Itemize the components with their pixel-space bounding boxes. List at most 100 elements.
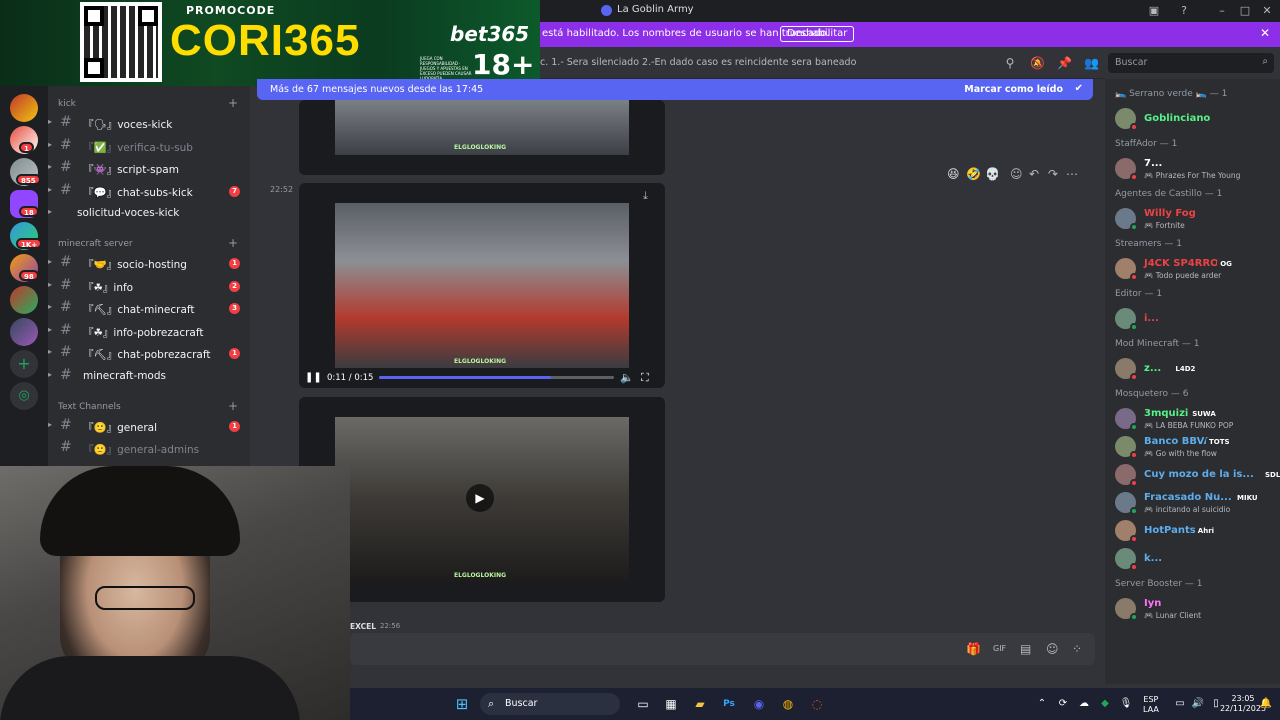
add-channel-icon[interactable]: + [228,96,238,110]
pause-icon[interactable]: ❚❚ [305,372,322,383]
gif-icon[interactable]: GIF [993,644,1006,653]
video-progress[interactable] [379,376,614,379]
fullscreen-icon[interactable]: ⛶ [641,371,649,385]
video-attachment[interactable]: ELGLOGLOKING [299,100,665,175]
microphone-icon[interactable]: 🎙 [1118,696,1134,712]
notification-icon[interactable]: 🔕 [1030,56,1045,70]
mark-read-button[interactable]: Marcar como leído [964,84,1063,95]
chrome-icon[interactable]: ◍ [780,696,796,712]
video-player[interactable]: ELGLOGLOKING ⤓ ❚❚ 0:11 / 0:15 🔈 ⛶ [299,183,665,388]
channel-item[interactable]: ▸ # 『✅』verifica-tu-sub [48,136,250,156]
disable-button[interactable]: Deshabilitar [780,26,855,42]
tray-chevron-icon[interactable]: ⌃ [1034,696,1050,712]
server-icon[interactable] [10,318,38,346]
search-input[interactable]: Buscar ⌕ [1108,53,1274,73]
security-icon[interactable]: ◆ [1097,696,1113,712]
status-indicator [1130,563,1138,571]
member-item[interactable]: Cuy mozo de la is... SDLG [1105,461,1280,489]
member-item[interactable]: Willy Fog 🎮 Fortnite [1105,205,1280,233]
channel-item[interactable]: ▸ solicitud-voces-kick [48,203,250,223]
photoshop-icon[interactable]: Ps [721,696,737,712]
pin-icon[interactable]: 📌 [1057,56,1072,70]
network-icon[interactable]: ▭ [1172,696,1188,712]
member-item[interactable]: Banco BBVA 🎮 Go with the flow TOTS [1105,433,1280,461]
channel-item[interactable]: ▸ # 『⛏』chat-pobrezacraft 1 [48,343,250,363]
task-view-icon[interactable]: ▭ [635,696,651,712]
reaction-emoji[interactable]: 🤣 [966,167,981,181]
member-item[interactable]: 3mquizi 🎮 LA BEBA FUNKO POP SUWA [1105,405,1280,433]
channel-item[interactable]: ▸ # 『👾』script-spam [48,158,250,178]
category-kick[interactable]: kick [58,99,76,109]
add-channel-icon[interactable]: + [228,399,238,413]
reaction-emoji[interactable]: 😆 [947,167,960,181]
member-item[interactable]: 7... 🎮 Phrazes For The Young [1105,155,1280,183]
member-group-header: Mosquetero — 6 [1115,389,1189,399]
channel-item[interactable]: ▸ # minecraft-mods [48,366,250,386]
video-frame [335,203,629,368]
status-indicator [1130,451,1138,459]
maximize-button[interactable]: □ [1237,3,1253,19]
channel-item[interactable]: ▸ # 『⛏』chat-minecraft 3 [48,298,250,318]
member-item[interactable]: HotPants Ahri [1105,517,1280,545]
app-icon[interactable]: ▦ [663,696,679,712]
member-group-header: Streamers — 1 [1115,239,1182,249]
member-item[interactable]: k... [1105,545,1280,573]
volume-icon[interactable]: 🔈 [620,371,634,384]
promo-code: CORI365 [170,16,361,65]
minimize-button[interactable]: – [1214,3,1230,19]
channel-item[interactable]: ▸ # 『☘』info-pobrezacraft [48,321,250,341]
member-list-icon[interactable]: 👥 [1084,56,1099,70]
member-item[interactable]: J4CK SP4RROW 🎮 Todo puede arder OG [1105,255,1280,283]
help-icon[interactable]: ? [1176,3,1192,19]
discord-taskbar-icon[interactable]: ◉ [751,696,767,712]
channel-item[interactable]: ▸ # 『💬』chat-subs-kick 7 [48,181,250,201]
channel-item[interactable]: ▸ # 『☘』info 2 [48,276,250,296]
sticker-icon[interactable]: ▤ [1020,642,1031,656]
message-author[interactable]: EXCEL [350,622,376,631]
add-reaction-icon[interactable]: ☺ [1010,167,1023,181]
taskbar-search[interactable]: ⌕ Buscar [480,693,620,715]
member-item[interactable]: z... L4D2 [1105,355,1280,383]
new-messages-bar[interactable]: Más de 67 mensajes nuevos desde las 17:4… [257,79,1093,100]
reaction-emoji[interactable]: 💀 [985,167,1000,181]
member-item[interactable]: Goblinciano [1105,105,1280,133]
play-icon[interactable]: ▶ [466,484,494,512]
notification-bell-icon[interactable]: 🔔 [1258,696,1274,712]
windows-start-icon[interactable]: ⊞ [454,696,470,712]
member-item[interactable]: i... [1105,305,1280,333]
onedrive-icon[interactable]: ☁ [1076,696,1092,712]
video-attachment[interactable]: ELGLOGLOKING ▶ [299,397,665,602]
message-composer[interactable]: 🎁 GIF ▤ ☺ ⁘ [350,633,1095,665]
tray-app-icon[interactable]: ⟳ [1055,696,1071,712]
explore-icon[interactable]: ◎ [10,382,38,410]
server-icon[interactable] [10,286,38,314]
more-icon[interactable]: ⋯ [1066,167,1078,181]
close-icon[interactable]: ✕ [1260,26,1270,40]
apps-icon[interactable]: ⁘ [1072,642,1082,656]
emoji-icon[interactable]: ☺ [1046,642,1059,656]
add-channel-icon[interactable]: + [228,236,238,250]
channel-item[interactable]: ▸ # 『🙂』general 1 [48,416,250,436]
gift-icon[interactable]: 🎁 [966,642,981,656]
category-minecraft[interactable]: minecraft server [58,239,133,249]
member-item[interactable]: Iyn 🎮 Lunar Client [1105,595,1280,623]
add-server-icon[interactable]: + [10,350,38,378]
close-window-button[interactable]: ✕ [1259,3,1275,19]
download-icon[interactable]: ⤓ [643,189,648,203]
reply-icon[interactable]: ↶ [1029,167,1039,181]
threads-icon[interactable]: ⚲ [1003,56,1017,70]
volume-icon[interactable]: 🔊 [1190,696,1206,712]
channel-item[interactable]: ▸ # 『🤝』socio-hosting 1 [48,253,250,273]
channel-item[interactable]: # 『🙂』general-admins [48,438,250,458]
inbox-icon[interactable]: ▣ [1146,3,1162,19]
status-indicator [1130,273,1138,281]
forward-icon[interactable]: ↷ [1048,167,1058,181]
server-icon[interactable] [10,94,38,122]
member-item[interactable]: Fracasado Nu... 🎮 incitando al suicidio MI… [1105,489,1280,517]
channel-item[interactable]: ▸ # 『🗣』voces-kick [48,113,250,133]
category-text-channels[interactable]: Text Channels [58,402,121,412]
keyboard-language[interactable]: ESP LAA [1143,695,1159,715]
app-icon[interactable]: ◌ [809,696,825,712]
hash-icon: # [60,137,72,153]
file-explorer-icon[interactable]: ▰ [692,696,708,712]
